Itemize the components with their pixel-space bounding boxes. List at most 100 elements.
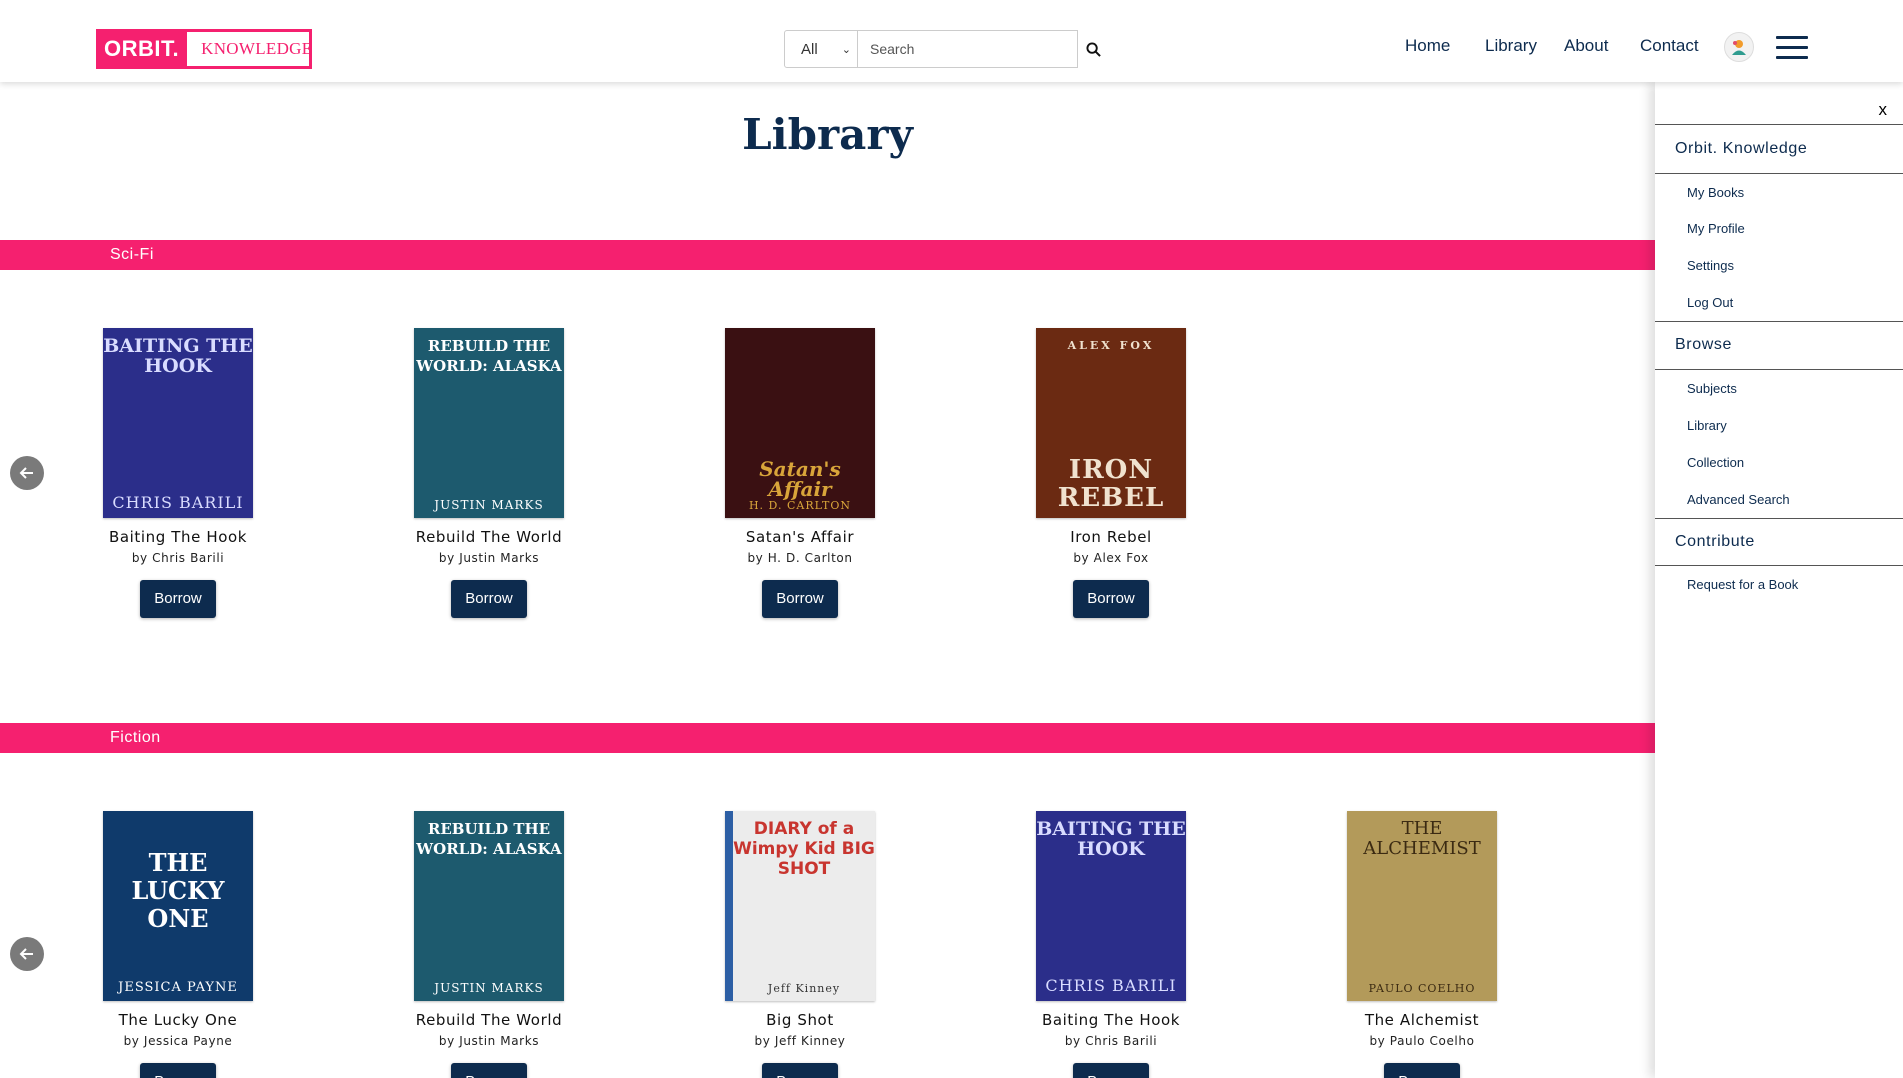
book-author: by Chris Barili bbox=[131, 551, 225, 565]
cover-title-text: BAITING THE HOOK bbox=[1036, 818, 1186, 860]
book-author: by Jeff Kinney bbox=[754, 1034, 846, 1048]
menu-item-request-book[interactable]: Request for a Book bbox=[1687, 577, 1798, 592]
borrow-button[interactable]: Borrow bbox=[762, 1063, 838, 1078]
nav-contact[interactable]: Contact bbox=[1640, 36, 1699, 56]
cover-author-text: CHRIS BARILI bbox=[1045, 976, 1177, 995]
menu-heading-browse[interactable]: Browse bbox=[1675, 336, 1732, 354]
book-author: by Chris Barili bbox=[1064, 1034, 1158, 1048]
cover-title-text: Satan's Affair bbox=[759, 457, 841, 501]
search-input[interactable] bbox=[858, 30, 1078, 68]
cover-title-text: REBUILD THE WORLD: ALASKA bbox=[416, 337, 562, 375]
book-title[interactable]: The Alchemist bbox=[1322, 1011, 1522, 1029]
book-title[interactable]: Baiting The Hook bbox=[1011, 1011, 1211, 1029]
search-bar: All ⌄ bbox=[784, 30, 1108, 68]
top-header: ORBIT. KNOWLEDGE All ⌄ Home Library Abou… bbox=[0, 0, 1903, 82]
menu-divider bbox=[1655, 321, 1903, 322]
carousel-prev-button[interactable] bbox=[10, 456, 44, 490]
borrow-button[interactable]: Borrow bbox=[140, 580, 216, 618]
book-card[interactable]: BAITING THE HOOK CHRIS BARILI Baiting Th… bbox=[78, 328, 278, 618]
cover-author-text: CHRIS BARILI bbox=[112, 493, 244, 512]
arrow-left-icon bbox=[19, 467, 33, 479]
menu-heading-orbit[interactable]: Orbit. Knowledge bbox=[1675, 140, 1807, 158]
menu-divider bbox=[1655, 518, 1903, 519]
site-logo[interactable]: ORBIT. KNOWLEDGE bbox=[96, 29, 312, 69]
book-author: by H. D. Carlton bbox=[747, 551, 853, 565]
menu-item-subjects[interactable]: Subjects bbox=[1687, 381, 1737, 396]
menu-item-log-out[interactable]: Log Out bbox=[1687, 295, 1733, 310]
user-avatar[interactable] bbox=[1724, 32, 1754, 62]
borrow-button[interactable]: Borrow bbox=[1073, 580, 1149, 618]
book-card[interactable]: REBUILD THE WORLD: ALASKA JUSTIN MARKS R… bbox=[389, 811, 589, 1078]
cover-author-text: H. D. CARLTON bbox=[748, 499, 852, 512]
side-menu: x Orbit. Knowledge My Books My Profile S… bbox=[1655, 82, 1903, 1078]
book-card[interactable]: DIARY of a Wimpy Kid BIG SHOT Jeff Kinne… bbox=[700, 811, 900, 1078]
book-cover-image[interactable]: REBUILD THE WORLD: ALASKA JUSTIN MARKS bbox=[414, 811, 564, 1001]
arrow-left-icon bbox=[19, 948, 33, 960]
book-cover-image[interactable]: THE ALCHEMIST PAULO COELHO bbox=[1347, 811, 1497, 1001]
book-title[interactable]: Iron Rebel bbox=[1011, 528, 1211, 546]
book-card[interactable]: ALEX FOX IRON REBEL Iron Rebel by Alex F… bbox=[1011, 328, 1211, 618]
chevron-down-icon: ⌄ bbox=[841, 44, 851, 56]
cover-author-text: JUSTIN MARKS bbox=[434, 981, 544, 995]
menu-item-library[interactable]: Library bbox=[1687, 418, 1727, 433]
book-title[interactable]: Rebuild The World bbox=[389, 528, 589, 546]
cover-author-text: JUSTIN MARKS bbox=[434, 498, 544, 512]
nav-home[interactable]: Home bbox=[1405, 36, 1450, 56]
section-label: Sci-Fi bbox=[110, 246, 154, 263]
hamburger-menu-icon[interactable] bbox=[1776, 36, 1808, 60]
cover-title-text: BAITING THE HOOK bbox=[103, 335, 253, 377]
menu-item-my-profile[interactable]: My Profile bbox=[1687, 221, 1745, 236]
book-title[interactable]: Big Shot bbox=[700, 1011, 900, 1029]
borrow-button[interactable]: Borrow bbox=[1073, 1063, 1149, 1078]
book-title[interactable]: The Lucky One bbox=[78, 1011, 278, 1029]
book-cover-image[interactable]: REBUILD THE WORLD: ALASKA JUSTIN MARKS bbox=[414, 328, 564, 518]
nav-library[interactable]: Library bbox=[1485, 36, 1537, 56]
borrow-button[interactable]: Borrow bbox=[140, 1063, 216, 1078]
menu-divider bbox=[1655, 565, 1903, 566]
book-card[interactable]: REBUILD THE WORLD: ALASKA JUSTIN MARKS R… bbox=[389, 328, 589, 618]
borrow-button[interactable]: Borrow bbox=[451, 1063, 527, 1078]
carousel-prev-button[interactable] bbox=[10, 937, 44, 971]
book-card[interactable]: BAITING THE HOOK CHRIS BARILI Baiting Th… bbox=[1011, 811, 1211, 1078]
menu-item-advanced-search[interactable]: Advanced Search bbox=[1687, 492, 1790, 507]
menu-divider bbox=[1655, 173, 1903, 174]
book-cover-image[interactable]: DIARY of a Wimpy Kid BIG SHOT Jeff Kinne… bbox=[725, 811, 875, 1001]
menu-item-collection[interactable]: Collection bbox=[1687, 455, 1744, 470]
book-author: by Justin Marks bbox=[438, 1034, 540, 1048]
cover-author-text: ALEX FOX bbox=[1067, 339, 1155, 352]
book-card[interactable]: THE ALCHEMIST PAULO COELHO The Alchemist… bbox=[1322, 811, 1522, 1078]
menu-item-my-books[interactable]: My Books bbox=[1687, 185, 1744, 200]
close-menu-button[interactable]: x bbox=[1879, 100, 1888, 120]
menu-item-settings[interactable]: Settings bbox=[1687, 258, 1734, 273]
cover-author-text: Jeff Kinney bbox=[767, 982, 841, 995]
book-card[interactable]: THE LUCKY ONE JESSICA PAYNE The Lucky On… bbox=[78, 811, 278, 1078]
menu-divider bbox=[1655, 369, 1903, 370]
book-title[interactable]: Rebuild The World bbox=[389, 1011, 589, 1029]
search-icon bbox=[1085, 41, 1101, 57]
cover-title-text: THE LUCKY ONE bbox=[131, 848, 225, 933]
book-author: by Jessica Payne bbox=[123, 1034, 233, 1048]
cover-title-text: REBUILD THE WORLD: ALASKA bbox=[416, 820, 562, 858]
cover-title-text: DIARY of a Wimpy Kid BIG SHOT bbox=[733, 819, 875, 879]
book-title[interactable]: Baiting The Hook bbox=[78, 528, 278, 546]
borrow-button[interactable]: Borrow bbox=[451, 580, 527, 618]
borrow-button[interactable]: Borrow bbox=[762, 580, 838, 618]
cover-author-text: JESSICA PAYNE bbox=[118, 980, 238, 995]
book-cover-image[interactable]: ALEX FOX IRON REBEL bbox=[1036, 328, 1186, 518]
book-card[interactable]: Satan's Affair H. D. CARLTON Satan's Aff… bbox=[700, 328, 900, 618]
borrow-button[interactable]: Borrow bbox=[1384, 1063, 1460, 1078]
book-cover-image[interactable]: BAITING THE HOOK CHRIS BARILI bbox=[103, 328, 253, 518]
book-title[interactable]: Satan's Affair bbox=[700, 528, 900, 546]
menu-heading-contribute[interactable]: Contribute bbox=[1675, 533, 1755, 551]
nav-about[interactable]: About bbox=[1564, 36, 1608, 56]
section-band-scifi: Sci-Fi bbox=[0, 240, 1655, 270]
cover-title-text: THE ALCHEMIST bbox=[1363, 818, 1481, 859]
book-cover-image[interactable]: Satan's Affair H. D. CARLTON bbox=[725, 328, 875, 518]
section-label: Fiction bbox=[110, 729, 161, 746]
book-cover-image[interactable]: BAITING THE HOOK CHRIS BARILI bbox=[1036, 811, 1186, 1001]
book-author: by Alex Fox bbox=[1073, 551, 1149, 565]
search-scope-select[interactable]: All ⌄ bbox=[784, 30, 858, 68]
menu-divider bbox=[1655, 124, 1903, 125]
book-cover-image[interactable]: THE LUCKY ONE JESSICA PAYNE bbox=[103, 811, 253, 1001]
search-button[interactable] bbox=[1078, 30, 1108, 68]
